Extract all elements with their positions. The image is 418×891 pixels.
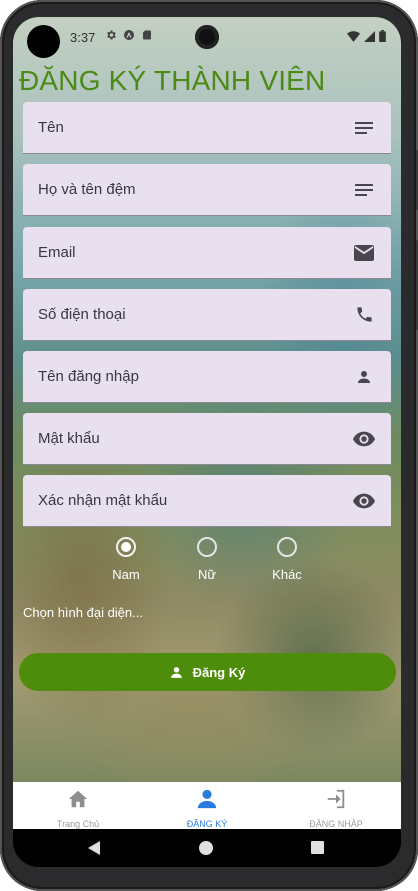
gear-icon — [107, 30, 116, 40]
notification-icons — [105, 29, 153, 41]
page-title: ĐĂNG KÝ THÀNH VIÊN — [19, 65, 326, 96]
battery-icon — [379, 30, 386, 42]
field-label: Mật khẩu — [38, 430, 100, 447]
username-field[interactable]: Tên đăng nhập — [23, 351, 391, 403]
wifi-icon — [347, 30, 360, 42]
person-icon — [353, 366, 375, 388]
first-name-field[interactable]: Tên — [23, 102, 391, 154]
status-bar: 3:37 — [13, 17, 401, 58]
camera-cutout — [27, 25, 60, 58]
eye-icon[interactable] — [353, 490, 375, 512]
field-label: Email — [38, 244, 76, 261]
nav-label: ĐĂNG NHẬP — [309, 819, 363, 829]
radio-button[interactable] — [197, 537, 217, 557]
radio-label: Nam — [112, 567, 140, 582]
nav-label: ĐĂNG KÝ — [186, 819, 228, 829]
person-icon — [170, 666, 182, 678]
person-icon — [197, 789, 217, 809]
recents-icon[interactable] — [311, 841, 324, 854]
screen: 3:37 ĐĂNG KÝ THÀNH VIÊN Tên Họ và tên đệ… — [13, 17, 401, 867]
sd-card-icon — [143, 30, 151, 40]
radio-button[interactable] — [277, 537, 297, 557]
back-icon[interactable] — [88, 841, 102, 855]
front-camera — [195, 25, 219, 49]
home-icon — [68, 790, 88, 808]
field-label: Xác nhận mật khẩu — [38, 492, 168, 509]
radio-label: Nữ — [197, 567, 217, 582]
gender-radio-group: Nam Nữ Khác — [13, 537, 401, 589]
android-auto-icon — [124, 30, 134, 40]
phone-frame: 3:37 ĐĂNG KÝ THÀNH VIÊN Tên Họ và tên đệ… — [0, 0, 418, 891]
radio-label: Khác — [272, 567, 302, 582]
eye-icon[interactable] — [353, 428, 375, 450]
login-icon — [327, 789, 345, 809]
gender-option-male[interactable]: Nam — [96, 537, 156, 582]
status-time: 3:37 — [70, 30, 96, 45]
register-button-label: Đăng Ký — [192, 664, 246, 680]
bottom-navigation: Trang Chủ ĐĂNG KÝ ĐĂNG NHẬP — [13, 782, 401, 829]
middle-last-name-field[interactable]: Họ và tên đệm — [23, 164, 391, 216]
system-navigation-bar — [13, 829, 401, 867]
field-label: Tên — [38, 119, 64, 136]
password-field[interactable]: Mật khẩu — [23, 413, 391, 465]
email-icon — [353, 242, 375, 264]
radio-button-selected[interactable] — [116, 537, 136, 557]
gender-option-other[interactable]: Khác — [257, 537, 317, 582]
nav-item-home[interactable]: Trang Chủ — [18, 788, 138, 829]
phone-field[interactable]: Số điện thoại — [23, 289, 391, 341]
field-label: Tên đăng nhập — [38, 368, 139, 385]
confirm-password-field[interactable]: Xác nhận mật khẩu — [23, 475, 391, 527]
register-button[interactable]: Đăng Ký — [19, 653, 396, 691]
nav-item-register[interactable]: ĐĂNG KÝ — [147, 788, 267, 829]
system-status-icons — [347, 30, 386, 42]
field-label: Họ và tên đệm — [38, 181, 136, 198]
subject-icon — [353, 179, 375, 201]
choose-avatar-link[interactable]: Chọn hình đại diện... — [23, 605, 143, 620]
signal-icon — [364, 30, 375, 42]
gender-option-female[interactable]: Nữ — [177, 537, 237, 582]
phone-icon — [353, 304, 375, 326]
nav-label: Trang Chủ — [56, 819, 100, 829]
nav-item-login[interactable]: ĐĂNG NHẬP — [276, 788, 396, 829]
email-field[interactable]: Email — [23, 227, 391, 279]
subject-icon — [353, 117, 375, 139]
field-label: Số điện thoại — [38, 306, 126, 323]
home-button-icon[interactable] — [199, 841, 213, 855]
